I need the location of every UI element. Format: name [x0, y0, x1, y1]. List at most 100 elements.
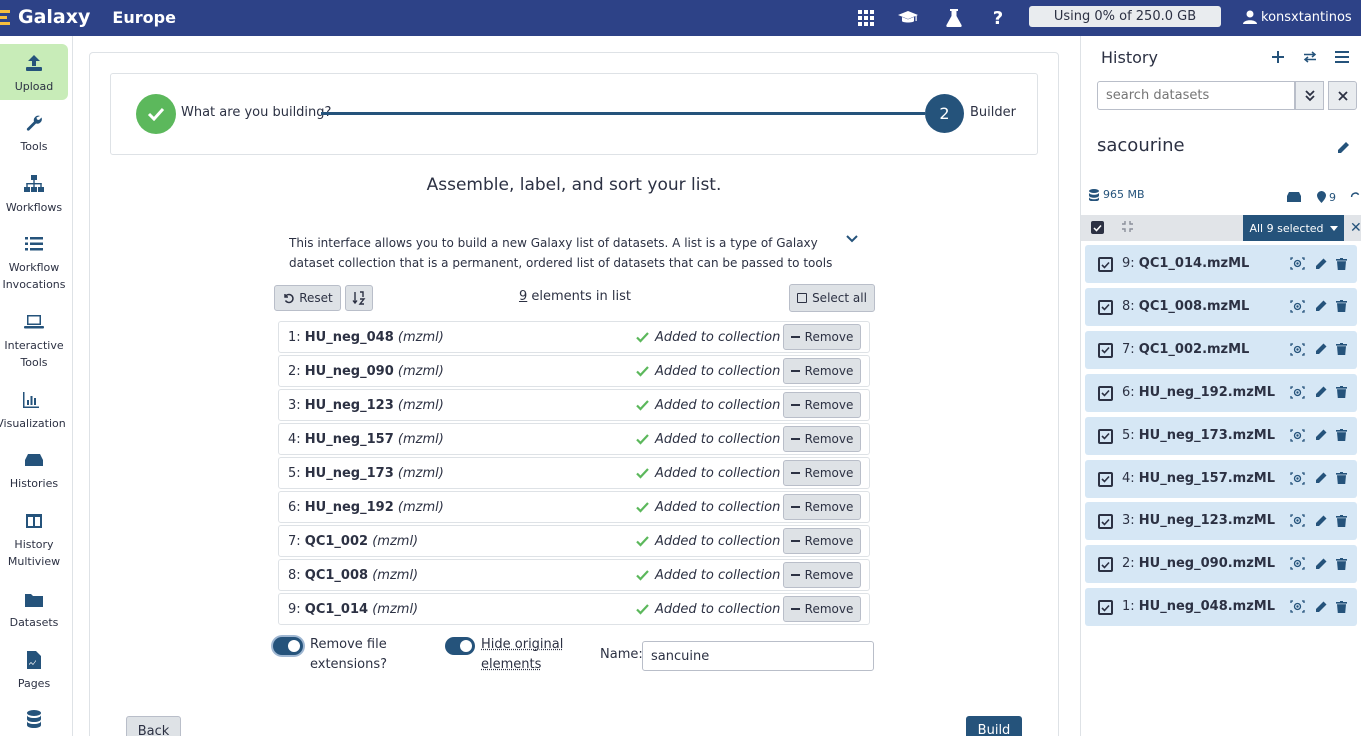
flask-icon[interactable] — [943, 7, 965, 29]
select-all-checkbox[interactable] — [1091, 221, 1104, 234]
trash-icon[interactable] — [1334, 599, 1349, 614]
history-dataset-item[interactable]: 4: HU_neg_157.mzML — [1085, 459, 1357, 498]
user-menu[interactable]: konsxtantinos — [1243, 0, 1352, 34]
bars-icon[interactable] — [1333, 48, 1351, 66]
activity-more[interactable] — [0, 708, 68, 734]
history-search-input[interactable] — [1097, 81, 1295, 110]
dataset-title[interactable]: 7: QC1_002.mzML — [1122, 342, 1249, 357]
remove-element-button[interactable]: Remove — [783, 596, 861, 622]
eye-icon[interactable] — [1290, 556, 1305, 571]
pencil-icon[interactable] — [1313, 299, 1328, 314]
advanced-search-button[interactable] — [1295, 81, 1324, 110]
history-dataset-item[interactable]: 6: HU_neg_192.mzML — [1085, 373, 1357, 412]
history-dataset-item[interactable]: 1: HU_neg_048.mzML — [1085, 588, 1357, 627]
dataset-checkbox[interactable] — [1098, 257, 1113, 272]
element-name[interactable]: QC1_002 — [305, 534, 368, 549]
collection-element-row[interactable]: 3: HU_neg_123 (mzml) Added to collection R… — [278, 389, 870, 421]
remove-element-button[interactable]: Remove — [783, 392, 861, 418]
element-name[interactable]: HU_neg_123 — [305, 398, 394, 413]
collection-element-row[interactable]: 6: HU_neg_192 (mzml) Added to collection R… — [278, 491, 870, 523]
collection-element-row[interactable]: 8: QC1_008 (mzml) Added to collection Remo… — [278, 559, 870, 591]
history-dataset-item[interactable]: 9: QC1_014.mzML — [1085, 245, 1357, 283]
chevron-down-icon[interactable] — [845, 233, 861, 249]
trash-icon[interactable] — [1334, 513, 1349, 528]
element-label[interactable]: 9: QC1_014 (mzml) — [288, 602, 418, 617]
trash-icon[interactable] — [1334, 256, 1349, 271]
collection-element-row[interactable]: 4: HU_neg_157 (mzml) Added to collection R… — [278, 423, 870, 455]
eye-icon[interactable] — [1290, 256, 1305, 271]
remove-element-button[interactable]: Remove — [783, 426, 861, 452]
hdd-icon[interactable] — [1285, 188, 1303, 206]
remove-element-button[interactable]: Remove — [783, 528, 861, 554]
dataset-title[interactable]: 5: HU_neg_173.mzML — [1122, 428, 1275, 443]
trash-icon[interactable] — [1334, 299, 1349, 314]
collection-element-row[interactable]: 7: QC1_002 (mzml) Added to collection Remo… — [278, 525, 870, 557]
trash-icon[interactable] — [1334, 556, 1349, 571]
pencil-icon[interactable] — [1313, 471, 1328, 486]
dataset-checkbox[interactable] — [1098, 471, 1113, 487]
element-label[interactable]: 1: HU_neg_048 (mzml) — [288, 330, 444, 345]
dataset-title[interactable]: 9: QC1_014.mzML — [1122, 256, 1249, 271]
history-dataset-item[interactable]: 2: HU_neg_090.mzML — [1085, 545, 1357, 584]
history-name[interactable]: sacourine — [1097, 135, 1185, 156]
dataset-title[interactable]: 4: HU_neg_157.mzML — [1122, 471, 1275, 486]
activity-pages[interactable]: Pages — [0, 649, 68, 692]
element-label[interactable]: 4: HU_neg_157 (mzml) — [288, 432, 444, 447]
dataset-title[interactable]: 6: HU_neg_192.mzML — [1122, 385, 1275, 400]
element-name[interactable]: HU_neg_173 — [305, 466, 394, 481]
pencil-icon[interactable] — [1313, 385, 1328, 400]
dataset-count-badge[interactable]: 9 — [1317, 188, 1343, 206]
dataset-checkbox[interactable] — [1098, 385, 1113, 401]
collection-element-row[interactable]: 5: HU_neg_173 (mzml) Added to collection R… — [278, 457, 870, 489]
eye-icon[interactable] — [1290, 513, 1305, 528]
history-dataset-item[interactable]: 3: HU_neg_123.mzML — [1085, 502, 1357, 541]
element-name[interactable]: HU_neg_192 — [305, 500, 394, 515]
history-dataset-item[interactable]: 5: HU_neg_173.mzML — [1085, 416, 1357, 455]
exchange-icon[interactable] — [1301, 48, 1319, 66]
element-label[interactable]: 7: QC1_002 (mzml) — [288, 534, 418, 549]
remove-extensions-toggle[interactable] — [273, 637, 303, 655]
element-label[interactable]: 5: HU_neg_173 (mzml) — [288, 466, 444, 481]
activity-tools[interactable]: Tools — [0, 112, 68, 155]
activity-workflow-invocations[interactable]: Workflow Invocations — [0, 233, 68, 293]
pencil-icon[interactable] — [1313, 513, 1328, 528]
element-label[interactable]: 3: HU_neg_123 (mzml) — [288, 398, 444, 413]
activity-interactive-tools[interactable]: Interactive Tools — [0, 311, 68, 371]
history-dataset-item[interactable]: 7: QC1_002.mzML — [1085, 330, 1357, 369]
dataset-title[interactable]: 2: HU_neg_090.mzML — [1122, 556, 1275, 571]
select-all-button[interactable]: Select all — [789, 284, 875, 312]
clear-search-button[interactable] — [1328, 81, 1357, 110]
collection-name-input[interactable] — [642, 641, 874, 671]
remove-element-button[interactable]: Remove — [783, 460, 861, 486]
collection-element-row[interactable]: 9: QC1_014 (mzml) Added to collection Remo… — [278, 593, 870, 625]
step2-number[interactable]: 2 — [925, 94, 964, 133]
element-name[interactable]: HU_neg_090 — [305, 364, 394, 379]
activity-workflows[interactable]: Workflows — [0, 173, 68, 216]
element-label[interactable]: 6: HU_neg_192 (mzml) — [288, 500, 444, 515]
element-name[interactable]: QC1_008 — [305, 568, 368, 583]
pencil-icon[interactable] — [1313, 556, 1328, 571]
element-name[interactable]: QC1_014 — [305, 602, 368, 617]
dataset-title[interactable]: 3: HU_neg_123.mzML — [1122, 513, 1275, 528]
remove-element-button[interactable]: Remove — [783, 494, 861, 520]
dataset-title[interactable]: 8: QC1_008.mzML — [1122, 299, 1249, 314]
sync-icon[interactable] — [1350, 188, 1361, 206]
reset-button[interactable]: Reset — [274, 285, 341, 311]
collection-element-row[interactable]: 2: HU_neg_090 (mzml) Added to collection R… — [278, 355, 870, 387]
history-dataset-item[interactable]: 8: QC1_008.mzML — [1085, 287, 1357, 326]
trash-icon[interactable] — [1334, 342, 1349, 357]
pencil-icon[interactable] — [1313, 428, 1328, 443]
grid-icon[interactable] — [855, 7, 877, 29]
pencil-icon[interactable] — [1334, 138, 1352, 156]
remove-element-button[interactable]: Remove — [783, 358, 861, 384]
remove-element-button[interactable]: Remove — [783, 562, 861, 588]
eye-icon[interactable] — [1290, 342, 1305, 357]
help-icon[interactable]: ? — [987, 7, 1009, 29]
dataset-checkbox[interactable] — [1098, 514, 1113, 530]
dataset-checkbox[interactable] — [1098, 342, 1113, 358]
sort-button[interactable] — [345, 285, 373, 311]
graduation-cap-icon[interactable] — [897, 7, 919, 29]
step1-label[interactable]: What are you building? — [181, 105, 331, 120]
eye-icon[interactable] — [1290, 385, 1305, 400]
dataset-checkbox[interactable] — [1098, 299, 1113, 315]
